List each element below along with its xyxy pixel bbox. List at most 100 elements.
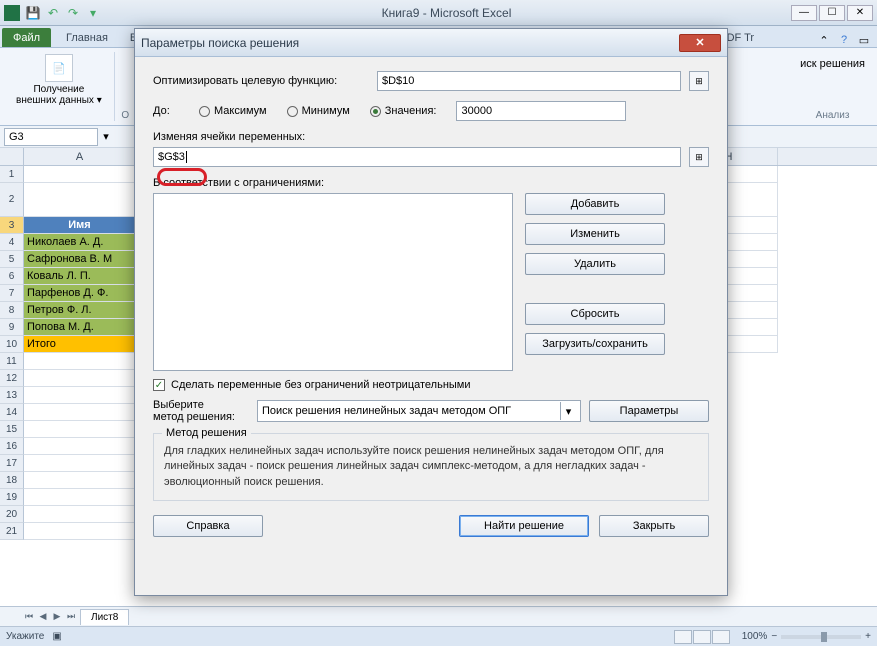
change-constraint-button[interactable]: Изменить	[525, 223, 665, 245]
cell-name[interactable]: Петров Ф. Л.	[24, 302, 136, 319]
qat-dropdown-icon[interactable]: ▾	[84, 4, 102, 22]
row-header[interactable]: 2	[0, 183, 24, 217]
row-header[interactable]: 8	[0, 302, 24, 319]
row-header[interactable]: 3	[0, 217, 24, 234]
cell-name[interactable]: Сафронова В. М	[24, 251, 136, 268]
to-label: До:	[153, 105, 191, 117]
group-external-data: 📄 Получение внешних данных ▾	[4, 52, 115, 121]
quick-access-toolbar: 💾 ↶ ↷ ▾	[24, 4, 102, 22]
col-header-a[interactable]: A	[24, 148, 136, 165]
add-constraint-button[interactable]: Добавить	[525, 193, 665, 215]
radio-value[interactable]: Значения:	[370, 105, 437, 117]
ribbon-minimize-icon[interactable]: ⌃	[817, 33, 831, 47]
name-box[interactable]: G3	[4, 128, 98, 146]
excel-icon	[4, 5, 20, 21]
undo-icon[interactable]: ↶	[44, 4, 62, 22]
row-header[interactable]: 19	[0, 489, 24, 506]
row-header[interactable]: 1	[0, 166, 24, 183]
sheet-nav-prev-icon[interactable]: ◀	[36, 610, 50, 624]
method-description-text: Для гладких нелинейных задач используйте…	[164, 444, 698, 490]
method-description-group: Метод решения Для гладких нелинейных зад…	[153, 433, 709, 501]
record-macro-icon[interactable]: ▣	[52, 631, 61, 642]
maximize-button[interactable]: ☐	[819, 5, 845, 21]
reset-button[interactable]: Сбросить	[525, 303, 665, 325]
minimize-button[interactable]: —	[791, 5, 817, 21]
sheet-nav-next-icon[interactable]: ▶	[50, 610, 64, 624]
row-header[interactable]: 9	[0, 319, 24, 336]
cell-name[interactable]: Николаев А. Д.	[24, 234, 136, 251]
statusbar: Укажите ▣ 100% − +	[0, 626, 877, 646]
zoom-out-icon[interactable]: −	[771, 631, 777, 642]
close-button[interactable]: ✕	[847, 5, 873, 21]
solver-button[interactable]: иск решения	[800, 52, 865, 70]
method-label: Выберите метод решения:	[153, 399, 249, 423]
variables-input[interactable]: $G$3	[153, 147, 681, 167]
cell-name[interactable]: Парфенов Д. Ф.	[24, 285, 136, 302]
objective-label: Оптимизировать целевую функцию:	[153, 75, 369, 87]
save-icon[interactable]: 💾	[24, 4, 42, 22]
cell-total[interactable]: Итого	[24, 336, 136, 353]
cell-name[interactable]: Попова М. Д.	[24, 319, 136, 336]
row-header[interactable]: 7	[0, 285, 24, 302]
options-button[interactable]: Параметры	[589, 400, 709, 422]
cell-header-name[interactable]: Имя	[24, 217, 136, 234]
cell[interactable]	[24, 166, 136, 183]
ribbon-collapse-icon[interactable]: ▭	[857, 33, 871, 47]
row-header[interactable]: 13	[0, 387, 24, 404]
row-header[interactable]: 12	[0, 370, 24, 387]
objective-input[interactable]: $D$10	[377, 71, 681, 91]
row-header[interactable]: 18	[0, 472, 24, 489]
objective-ref-icon[interactable]: ⊞	[689, 71, 709, 91]
group-solver: иск решения Анализ	[792, 52, 873, 121]
solve-button[interactable]: Найти решение	[459, 515, 589, 537]
get-external-data-button[interactable]: 📄 Получение внешних данных ▾	[12, 52, 106, 108]
cell-name[interactable]: Коваль Л. П.	[24, 268, 136, 285]
dialog-titlebar[interactable]: Параметры поиска решения ✕	[135, 29, 727, 57]
tab-file[interactable]: Файл	[2, 28, 51, 47]
dialog-title: Параметры поиска решения	[141, 36, 679, 50]
radio-max[interactable]: Максимум	[199, 105, 267, 117]
sheet-tabs: ⏮ ◀ ▶ ⏭ Лист8	[0, 606, 877, 626]
row-header[interactable]: 14	[0, 404, 24, 421]
method-select[interactable]: Поиск решения нелинейных задач методом О…	[257, 400, 581, 422]
row-header[interactable]: 21	[0, 523, 24, 540]
window-title: Книга9 - Microsoft Excel	[102, 6, 791, 20]
row-header[interactable]: 16	[0, 438, 24, 455]
help-button[interactable]: Справка	[153, 515, 263, 537]
row-header[interactable]: 20	[0, 506, 24, 523]
row-header[interactable]: 17	[0, 455, 24, 472]
radio-min[interactable]: Минимум	[287, 105, 350, 117]
cell[interactable]	[24, 183, 136, 217]
variables-ref-icon[interactable]: ⊞	[689, 147, 709, 167]
nonneg-checkbox[interactable]: ✓ Сделать переменные без ограничений нео…	[153, 379, 709, 391]
row-header[interactable]: 15	[0, 421, 24, 438]
view-pagebreak-icon[interactable]	[712, 630, 730, 644]
help-icon[interactable]: ?	[837, 33, 851, 47]
sheet-tab[interactable]: Лист8	[80, 609, 129, 625]
row-header[interactable]: 6	[0, 268, 24, 285]
view-normal-icon[interactable]	[674, 630, 692, 644]
value-of-input[interactable]: 30000	[456, 101, 626, 121]
zoom-slider[interactable]	[781, 635, 861, 639]
load-save-button[interactable]: Загрузить/сохранить	[525, 333, 665, 355]
tab-home[interactable]: Главная	[55, 28, 119, 47]
zoom-in-icon[interactable]: +	[865, 631, 871, 642]
select-all-corner[interactable]	[0, 148, 24, 165]
constraints-label: В соответствии с ограничениями:	[153, 177, 324, 189]
row-header[interactable]: 11	[0, 353, 24, 370]
variables-label: Изменяя ячейки переменных:	[153, 131, 305, 143]
constraints-listbox[interactable]	[153, 193, 513, 371]
namebox-dropdown-icon[interactable]: ▾	[98, 130, 114, 143]
dialog-close-button[interactable]: ✕	[679, 34, 721, 52]
close-button[interactable]: Закрыть	[599, 515, 709, 537]
view-layout-icon[interactable]	[693, 630, 711, 644]
row-header[interactable]: 4	[0, 234, 24, 251]
chevron-down-icon: ▾	[560, 402, 576, 420]
row-header[interactable]: 5	[0, 251, 24, 268]
row-header[interactable]: 10	[0, 336, 24, 353]
status-mode: Укажите	[6, 631, 44, 642]
redo-icon[interactable]: ↷	[64, 4, 82, 22]
sheet-nav-last-icon[interactable]: ⏭	[64, 610, 78, 624]
sheet-nav-first-icon[interactable]: ⏮	[22, 610, 36, 624]
delete-constraint-button[interactable]: Удалить	[525, 253, 665, 275]
